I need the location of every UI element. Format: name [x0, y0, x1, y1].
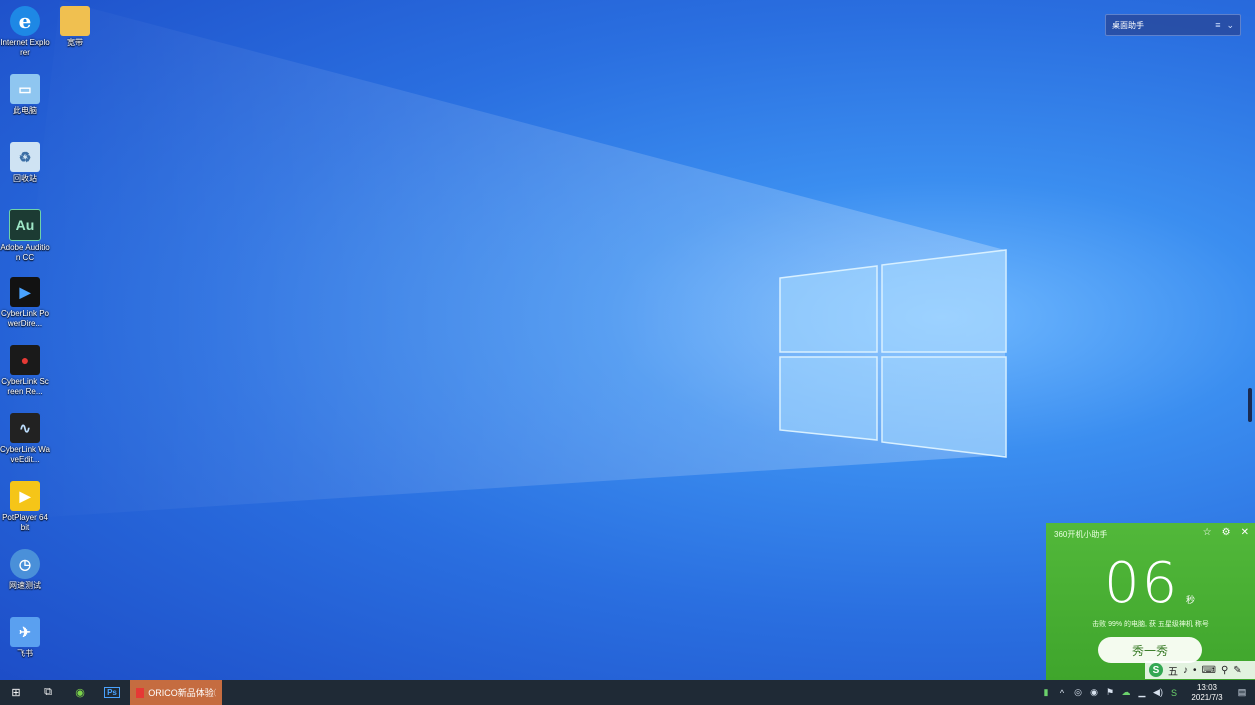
feishu-icon: ✈ [10, 617, 40, 647]
boot-assistant-panel: 360开机小助手 ☆ ⚙ ✕ 06 秒 击败 99% 的电脑, 获 五星级神机 … [1046, 523, 1255, 680]
desktop-icon-feishu[interactable]: ✈ 飞书 [0, 613, 50, 659]
tray-app-icon[interactable]: ◎ [1073, 687, 1083, 698]
keyboard-icon[interactable]: ⌨ [1202, 665, 1216, 676]
taskbar-app-photoshop[interactable]: Ps [96, 680, 128, 705]
show-off-button[interactable]: 秀一秀 [1098, 637, 1202, 663]
taskbar-app-green[interactable]: ◉ [64, 680, 96, 705]
audition-icon: Au [9, 209, 41, 241]
computer-icon: ▭ [10, 74, 40, 104]
taskbar-active-window[interactable]: ORICO新品体验②... [130, 680, 222, 705]
start-button[interactable]: ⊞ [0, 680, 32, 705]
menu-icon[interactable]: ≡ [1215, 20, 1220, 31]
screen-recorder-icon: ● [10, 345, 40, 375]
ie-icon: e [10, 6, 40, 36]
boot-time-seconds: 06 [1104, 551, 1180, 616]
tray-app-icon[interactable]: ◉ [1089, 687, 1099, 698]
notification-icon[interactable]: ▤ [1235, 687, 1249, 698]
desktop-icon-folder[interactable]: 宽带 [50, 2, 100, 48]
gear-icon[interactable]: ⚙ [1222, 527, 1231, 538]
task-view-icon: ⧉ [44, 686, 52, 698]
tray-app-icon[interactable]: ⚑ [1105, 687, 1115, 698]
active-window-title: ORICO新品体验②... [148, 688, 216, 698]
desktop-icon-label: 此电脑 [13, 106, 37, 115]
desktop-icon-screen-recorder[interactable]: ● CyberLink Screen Re... [0, 341, 50, 397]
ime-mode-wubi[interactable]: 五 [1168, 663, 1178, 678]
clock-time: 13:03 [1196, 682, 1218, 692]
task-view-button[interactable]: ⧉ [32, 680, 64, 705]
network-icon[interactable]: ▁ [1137, 687, 1147, 698]
powerdirector-icon: ▶ [10, 277, 40, 307]
ime-toolbar[interactable]: S 五 ♪ • ⌨ ⚲ ✎ [1145, 661, 1255, 679]
chevron-down-icon[interactable]: ⌄ [1226, 20, 1234, 31]
photoshop-icon: Ps [104, 687, 120, 698]
desktop-icon-label: CyberLink PowerDire... [0, 309, 50, 328]
desktop-icon-label: PotPlayer 64 bit [2, 513, 48, 532]
desktop-icon-recycle-bin[interactable]: ♻ 回收站 [0, 138, 50, 184]
windows-logo-icon: ⊞ [11, 687, 21, 699]
wechat-icon[interactable]: ☁ [1121, 687, 1131, 698]
punctuation-icon[interactable]: • [1193, 665, 1197, 676]
recycle-bin-icon: ♻ [10, 142, 40, 172]
panel-title: 360开机小助手 [1054, 530, 1108, 539]
folder-icon [60, 6, 90, 36]
desktop-icon-internet-explorer[interactable]: e Internet Explorer [0, 2, 50, 58]
desktop-icon-label: 网速测试 [9, 581, 41, 590]
clock[interactable]: 13:03 2021/7/3 [1185, 683, 1229, 703]
potplayer-icon: ▶ [10, 481, 40, 511]
user-icon[interactable]: ⚲ [1221, 665, 1228, 676]
green-app-icon: ◉ [75, 687, 85, 699]
boot-result-message: 击败 99% 的电脑, 获 五星级神机 称号 [1092, 621, 1209, 628]
desktop-icon-label: 宽带 [67, 38, 83, 47]
show-hidden-icons-icon[interactable]: ^ [1057, 688, 1067, 698]
sogou-logo-icon[interactable]: S [1149, 663, 1163, 677]
system-tray: ▮ ^ ◎ ◉ ⚑ ☁ ▁ ◀) S 13:03 2021/7/3 ▤ [1041, 680, 1255, 705]
desktop-icon-label: Internet Explorer [0, 38, 50, 57]
input-method-icon[interactable]: S [1169, 688, 1179, 698]
skin-icon[interactable]: ☆ [1203, 527, 1212, 538]
desktop-icon-potplayer[interactable]: ▶ PotPlayer 64 bit [0, 477, 50, 533]
desktop-icon-label: 回收站 [13, 174, 37, 183]
desktop-icon-this-pc[interactable]: ▭ 此电脑 [0, 70, 50, 116]
speedtest-icon: ◷ [10, 549, 40, 579]
clock-date: 2021/7/3 [1191, 692, 1223, 702]
tools-icon[interactable]: ✎ [1233, 665, 1241, 676]
desktop-icon-waveeditor[interactable]: ∿ CyberLink WaveEdit... [0, 409, 50, 465]
moon-icon[interactable]: ♪ [1183, 665, 1188, 676]
boot-time-unit: 秒 [1186, 595, 1196, 605]
desktop-icon-label: CyberLink WaveEdit... [0, 445, 50, 464]
desktop-icon-speedtest[interactable]: ◷ 网速测试 [0, 545, 50, 591]
desktop-icon-label: CyberLink Screen Re... [1, 377, 49, 396]
battery-icon[interactable]: ▮ [1041, 687, 1051, 698]
volume-icon[interactable]: ◀) [1153, 687, 1163, 698]
desktop-icon-adobe-audition[interactable]: Au Adobe Audition CC [0, 205, 50, 263]
app-window-icon [136, 687, 145, 698]
waveeditor-icon: ∿ [10, 413, 40, 443]
desktop-icon-label: Adobe Audition CC [0, 243, 50, 262]
desktop-icon-label: 飞书 [17, 649, 33, 658]
desktop-icon-powerdirector[interactable]: ▶ CyberLink PowerDire... [0, 273, 50, 329]
widget-title: 桌面助手 [1112, 20, 1144, 30]
desktop-assistant-widget[interactable]: 桌面助手 ≡ ⌄ [1105, 14, 1241, 36]
close-icon[interactable]: ✕ [1241, 527, 1249, 538]
edge-handle[interactable] [1248, 388, 1252, 422]
taskbar: ⊞ ⧉ ◉ Ps ORICO新品体验②... ▮ ^ ◎ ◉ ⚑ ☁ ▁ ◀) … [0, 680, 1255, 705]
